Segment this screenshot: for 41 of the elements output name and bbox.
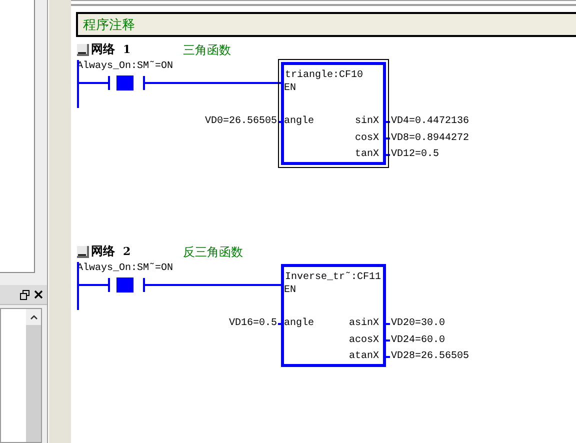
scroll-up-icon[interactable] <box>30 314 38 320</box>
output-pin: atanX <box>348 351 379 363</box>
output-pin: acosX <box>348 334 379 346</box>
output-pin: sinX <box>354 116 379 128</box>
output-pin: tanX <box>354 149 379 161</box>
input-value: VD16=0.5 <box>228 318 277 330</box>
network-comment: 反三角函数 <box>183 244 243 261</box>
enable-pin: EN <box>284 285 296 297</box>
close-icon[interactable] <box>34 290 43 299</box>
contact-drawing <box>108 76 145 90</box>
rung-wire <box>79 284 108 286</box>
network-comment: 三角函数 <box>183 42 231 59</box>
output-value: VD4=0.4472136 <box>391 116 470 128</box>
output-pin: cosX <box>354 132 379 144</box>
output-value: VD12=0.5 <box>391 149 440 161</box>
network-number: 1 <box>123 43 131 56</box>
rung-wire <box>79 82 108 84</box>
output-value: VD8=0.8944272 <box>391 132 470 144</box>
output-value: VD28=26.56505 <box>391 351 470 363</box>
contact-label: Always_On:SM˜=ON <box>77 61 174 73</box>
block-title: Inverse_tr˜:CF11 <box>285 272 382 284</box>
output-pin: asinX <box>348 318 379 330</box>
collapse-button[interactable] <box>77 246 89 258</box>
function-block[interactable] <box>281 62 386 165</box>
enable-pin: EN <box>284 83 296 95</box>
input-pin: angle <box>284 318 314 330</box>
network-number: 2 <box>123 245 131 258</box>
input-pin: angle <box>284 116 314 128</box>
program-comment: 程序注释 <box>76 12 576 37</box>
block-title: triangle:CF10 <box>285 70 364 82</box>
scrollbar[interactable] <box>26 309 41 442</box>
restore-icon[interactable] <box>20 290 30 300</box>
input-value: VD0=26.56505 <box>204 116 277 128</box>
contact-drawing <box>108 278 145 292</box>
network-title: 网络 <box>91 41 115 58</box>
contact-label: Always_On:SM˜=ON <box>77 263 174 275</box>
output-value: VD20=30.0 <box>391 318 446 330</box>
network-title: 网络 <box>91 243 115 260</box>
collapse-button[interactable] <box>77 44 89 56</box>
function-block[interactable] <box>281 264 386 367</box>
output-value: VD24=60.0 <box>391 334 446 346</box>
